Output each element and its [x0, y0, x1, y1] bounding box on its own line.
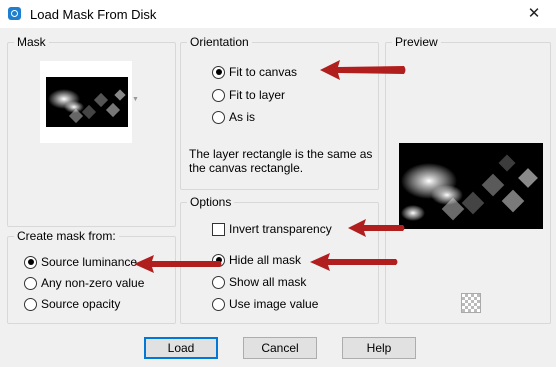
annotation-arrow-icon [134, 255, 222, 273]
checkbox-label: Invert transparency [229, 222, 332, 236]
load-button[interactable]: Load [144, 337, 218, 359]
radio-label: Fit to canvas [229, 65, 298, 79]
window-title: Load Mask From Disk [30, 7, 157, 22]
radio-label: Hide all mask [229, 253, 302, 267]
annotation-arrow-icon [310, 253, 398, 271]
help-button[interactable]: Help [342, 337, 416, 359]
mask-thumbnail[interactable] [40, 61, 132, 143]
radio-label: As is [229, 110, 256, 124]
preview-group-label: Preview [392, 35, 441, 50]
radio-any-non-zero-value[interactable]: Any non-zero value [24, 276, 144, 290]
radio-hide-all-mask[interactable]: Hide all mask [212, 253, 301, 267]
radio-source-opacity[interactable]: Source opacity [24, 297, 120, 311]
radio-show-all-mask[interactable]: Show all mask [212, 275, 306, 289]
app-icon [8, 7, 21, 20]
radio-source-luminance[interactable]: Source luminance [24, 255, 137, 269]
radio-button[interactable] [24, 276, 37, 290]
radio-label: Source opacity [41, 297, 121, 311]
radio-label: Any non-zero value [41, 276, 145, 290]
radio-fit-to-layer[interactable]: Fit to layer [212, 88, 285, 102]
radio-use-image-value[interactable]: Use image value [212, 297, 318, 311]
radio-as-is[interactable]: As is [212, 110, 255, 124]
checkerboard-icon[interactable] [461, 293, 481, 313]
mask-image [46, 77, 128, 127]
radio-button-selected[interactable] [212, 65, 225, 79]
mask-image-graphic [48, 89, 126, 124]
radio-label: Use image value [229, 297, 319, 311]
orientation-group-label: Orientation [187, 35, 252, 50]
mask-group-label: Mask [14, 35, 49, 50]
options-group-label: Options [187, 195, 235, 210]
radio-label: Source luminance [41, 255, 138, 269]
preview-image-graphic [401, 154, 538, 221]
checkbox-box[interactable] [212, 222, 225, 236]
orientation-description: The layer rectangle is the same as the c… [189, 147, 373, 175]
radio-label: Show all mask [229, 275, 307, 289]
radio-fit-to-canvas[interactable]: Fit to canvas [212, 65, 297, 79]
chevron-down-icon[interactable]: ▼ [132, 96, 139, 103]
radio-button[interactable] [212, 275, 225, 289]
radio-button[interactable] [212, 88, 225, 102]
radio-button[interactable] [212, 110, 225, 124]
create-mask-group-label: Create mask from: [14, 229, 119, 244]
radio-button[interactable] [212, 297, 225, 311]
annotation-arrow-icon [320, 60, 406, 80]
preview-image [399, 143, 543, 229]
cancel-button[interactable]: Cancel [243, 337, 317, 359]
annotation-arrow-icon [348, 219, 405, 237]
radio-button[interactable] [24, 297, 37, 311]
title-bar: Load Mask From Disk ✕ [0, 0, 556, 28]
radio-button-selected[interactable] [24, 255, 37, 269]
invert-transparency-checkbox[interactable]: Invert transparency [212, 222, 332, 236]
close-button[interactable]: ✕ [520, 4, 548, 24]
radio-label: Fit to layer [229, 88, 286, 102]
